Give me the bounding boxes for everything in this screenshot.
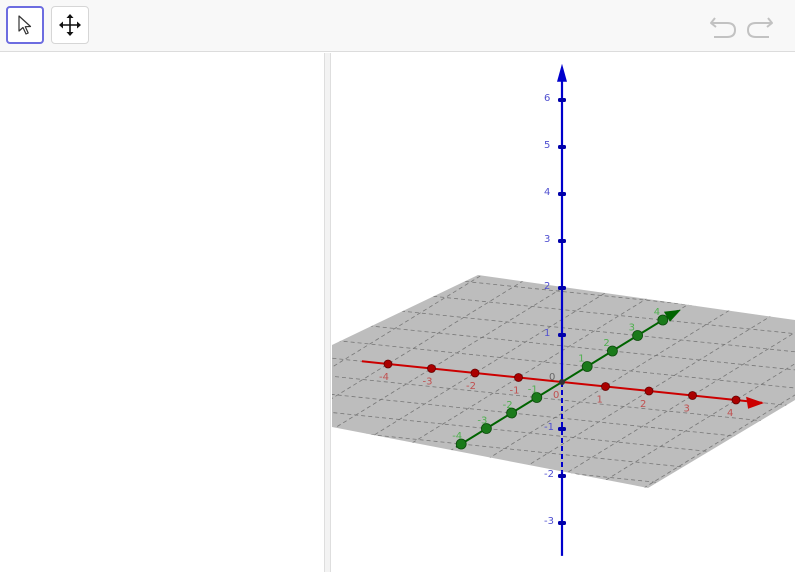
z-axis-tick-label: 2 — [544, 281, 550, 292]
y-axis-tick-label: -2 — [503, 400, 513, 411]
x-axis-tick-label: -4 — [379, 372, 389, 383]
x-axis-tick — [383, 359, 393, 369]
x-axis-tick — [688, 391, 697, 400]
y-axis-tick-label: 4 — [654, 307, 660, 318]
geogebra-3d-app: -4 -3 -2 -1 0 1 2 3 4 -4 -3 -2 -1 1 2 3 4 -3 -2 -1 1 2 3 4 5 6 0 — [0, 0, 795, 572]
z-axis-tick — [558, 145, 566, 149]
x-axis-tick — [470, 368, 480, 378]
z-axis-tick-label: 5 — [544, 140, 550, 151]
move-tool-button[interactable] — [6, 6, 44, 44]
y-axis-tick-label: -3 — [477, 416, 487, 427]
z-axis-tick-label: -3 — [544, 516, 554, 527]
x-axis-tick — [514, 373, 523, 382]
origin-label: 0 — [549, 372, 555, 383]
y-axis-tick-label: 2 — [603, 338, 609, 349]
z-axis-tick-label: 6 — [544, 93, 550, 104]
z-axis-tick — [558, 192, 566, 196]
view-splitter[interactable] — [324, 53, 331, 572]
cursor-arrow-icon — [18, 15, 32, 35]
toolbar — [0, 0, 795, 52]
undo-arrow-icon — [710, 17, 737, 38]
redo-arrow-icon — [746, 17, 773, 38]
x-axis-tick — [644, 386, 654, 396]
z-axis-tick-label: 4 — [544, 187, 550, 198]
redo-button[interactable] — [745, 12, 775, 42]
z-axis-tick — [558, 474, 566, 478]
undo-button[interactable] — [708, 12, 738, 42]
z-axis-tick-label: -1 — [544, 422, 554, 433]
move-graphics-view-button[interactable] — [51, 6, 89, 44]
x-axis-tick — [731, 395, 741, 405]
z-axis-tick — [558, 239, 566, 243]
x-axis-tick-label: -1 — [510, 386, 520, 397]
x-axis-tick-label: 0 — [553, 390, 559, 401]
z-axis-tick-label: -2 — [544, 469, 554, 480]
origin-point — [559, 379, 565, 385]
z-axis-tick — [558, 286, 566, 290]
x-axis-tick — [601, 382, 610, 391]
z-axis-tick-label: 3 — [544, 234, 550, 245]
graphics-3d-view[interactable]: -4 -3 -2 -1 0 1 2 3 4 -4 -3 -2 -1 1 2 3 4 -3 -2 -1 1 2 3 4 5 6 0 — [332, 53, 795, 572]
y-axis-tick-label: -1 — [528, 385, 538, 396]
x-axis-tick-label: -2 — [466, 381, 476, 392]
algebra-view-panel[interactable] — [0, 53, 324, 572]
z-axis-tick — [558, 521, 566, 525]
y-axis-tick-label: 1 — [578, 354, 584, 365]
z-axis-arrowhead — [557, 63, 567, 82]
move-cross-arrows-icon — [59, 14, 81, 36]
y-axis-tick-label: 3 — [629, 323, 635, 334]
z-axis-tick — [558, 427, 566, 431]
z-axis-tick — [558, 333, 566, 337]
x-axis-tick — [427, 364, 436, 373]
x-axis-tick-label: 1 — [597, 395, 603, 406]
x-axis-tick-label: 3 — [684, 404, 690, 415]
x-axis-tick-label: 2 — [640, 399, 646, 410]
z-axis-tick — [558, 98, 566, 102]
y-axis-tick-label: -4 — [452, 431, 462, 442]
x-axis-tick-label: 4 — [727, 408, 733, 419]
x-axis-tick-label: -3 — [423, 377, 433, 388]
z-axis-tick-label: 1 — [544, 328, 550, 339]
